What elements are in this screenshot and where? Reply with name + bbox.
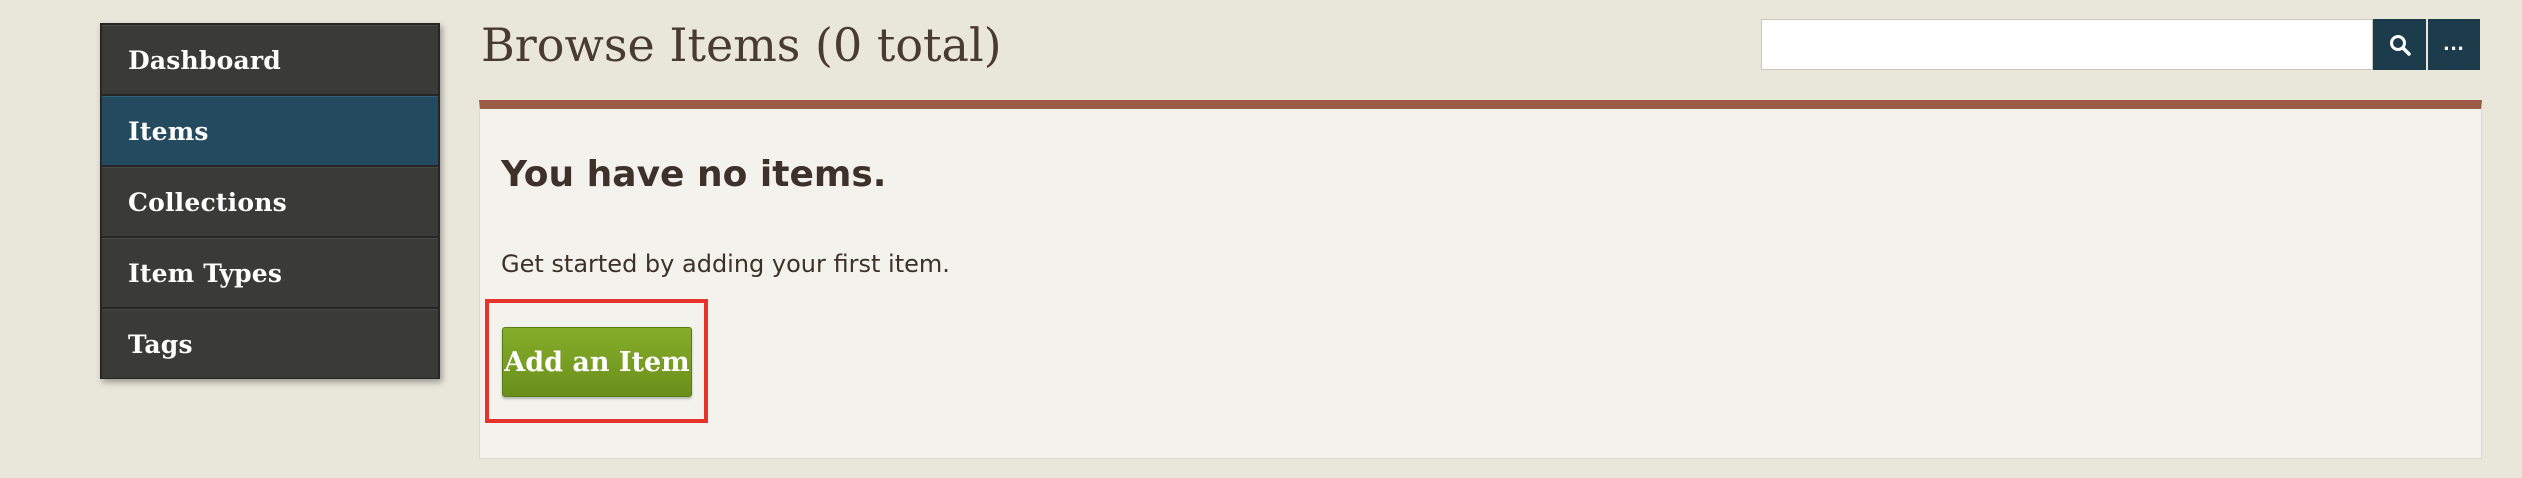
empty-state-heading: You have no items.	[501, 154, 887, 195]
sidebar-item-items[interactable]: Items	[102, 96, 438, 165]
sidebar-item-collections[interactable]: Collections	[102, 167, 438, 236]
sidebar-nav: Dashboard Items Collections Item Types T…	[100, 23, 440, 379]
search-input[interactable]	[1761, 19, 2373, 70]
add-item-button[interactable]: Add an Item	[502, 327, 692, 397]
search-icon	[2389, 34, 2411, 56]
main-panel: You have no items. Get started by adding…	[479, 100, 2482, 459]
sidebar-item-dashboard[interactable]: Dashboard	[102, 25, 438, 94]
page-title: Browse Items (0 total)	[481, 18, 1002, 72]
search-button[interactable]	[2373, 19, 2426, 70]
empty-state-description: Get started by adding your first item.	[501, 250, 950, 278]
sidebar-item-tags[interactable]: Tags	[102, 309, 438, 378]
advanced-search-button[interactable]: ...	[2428, 19, 2480, 70]
sidebar-item-item-types[interactable]: Item Types	[102, 238, 438, 307]
